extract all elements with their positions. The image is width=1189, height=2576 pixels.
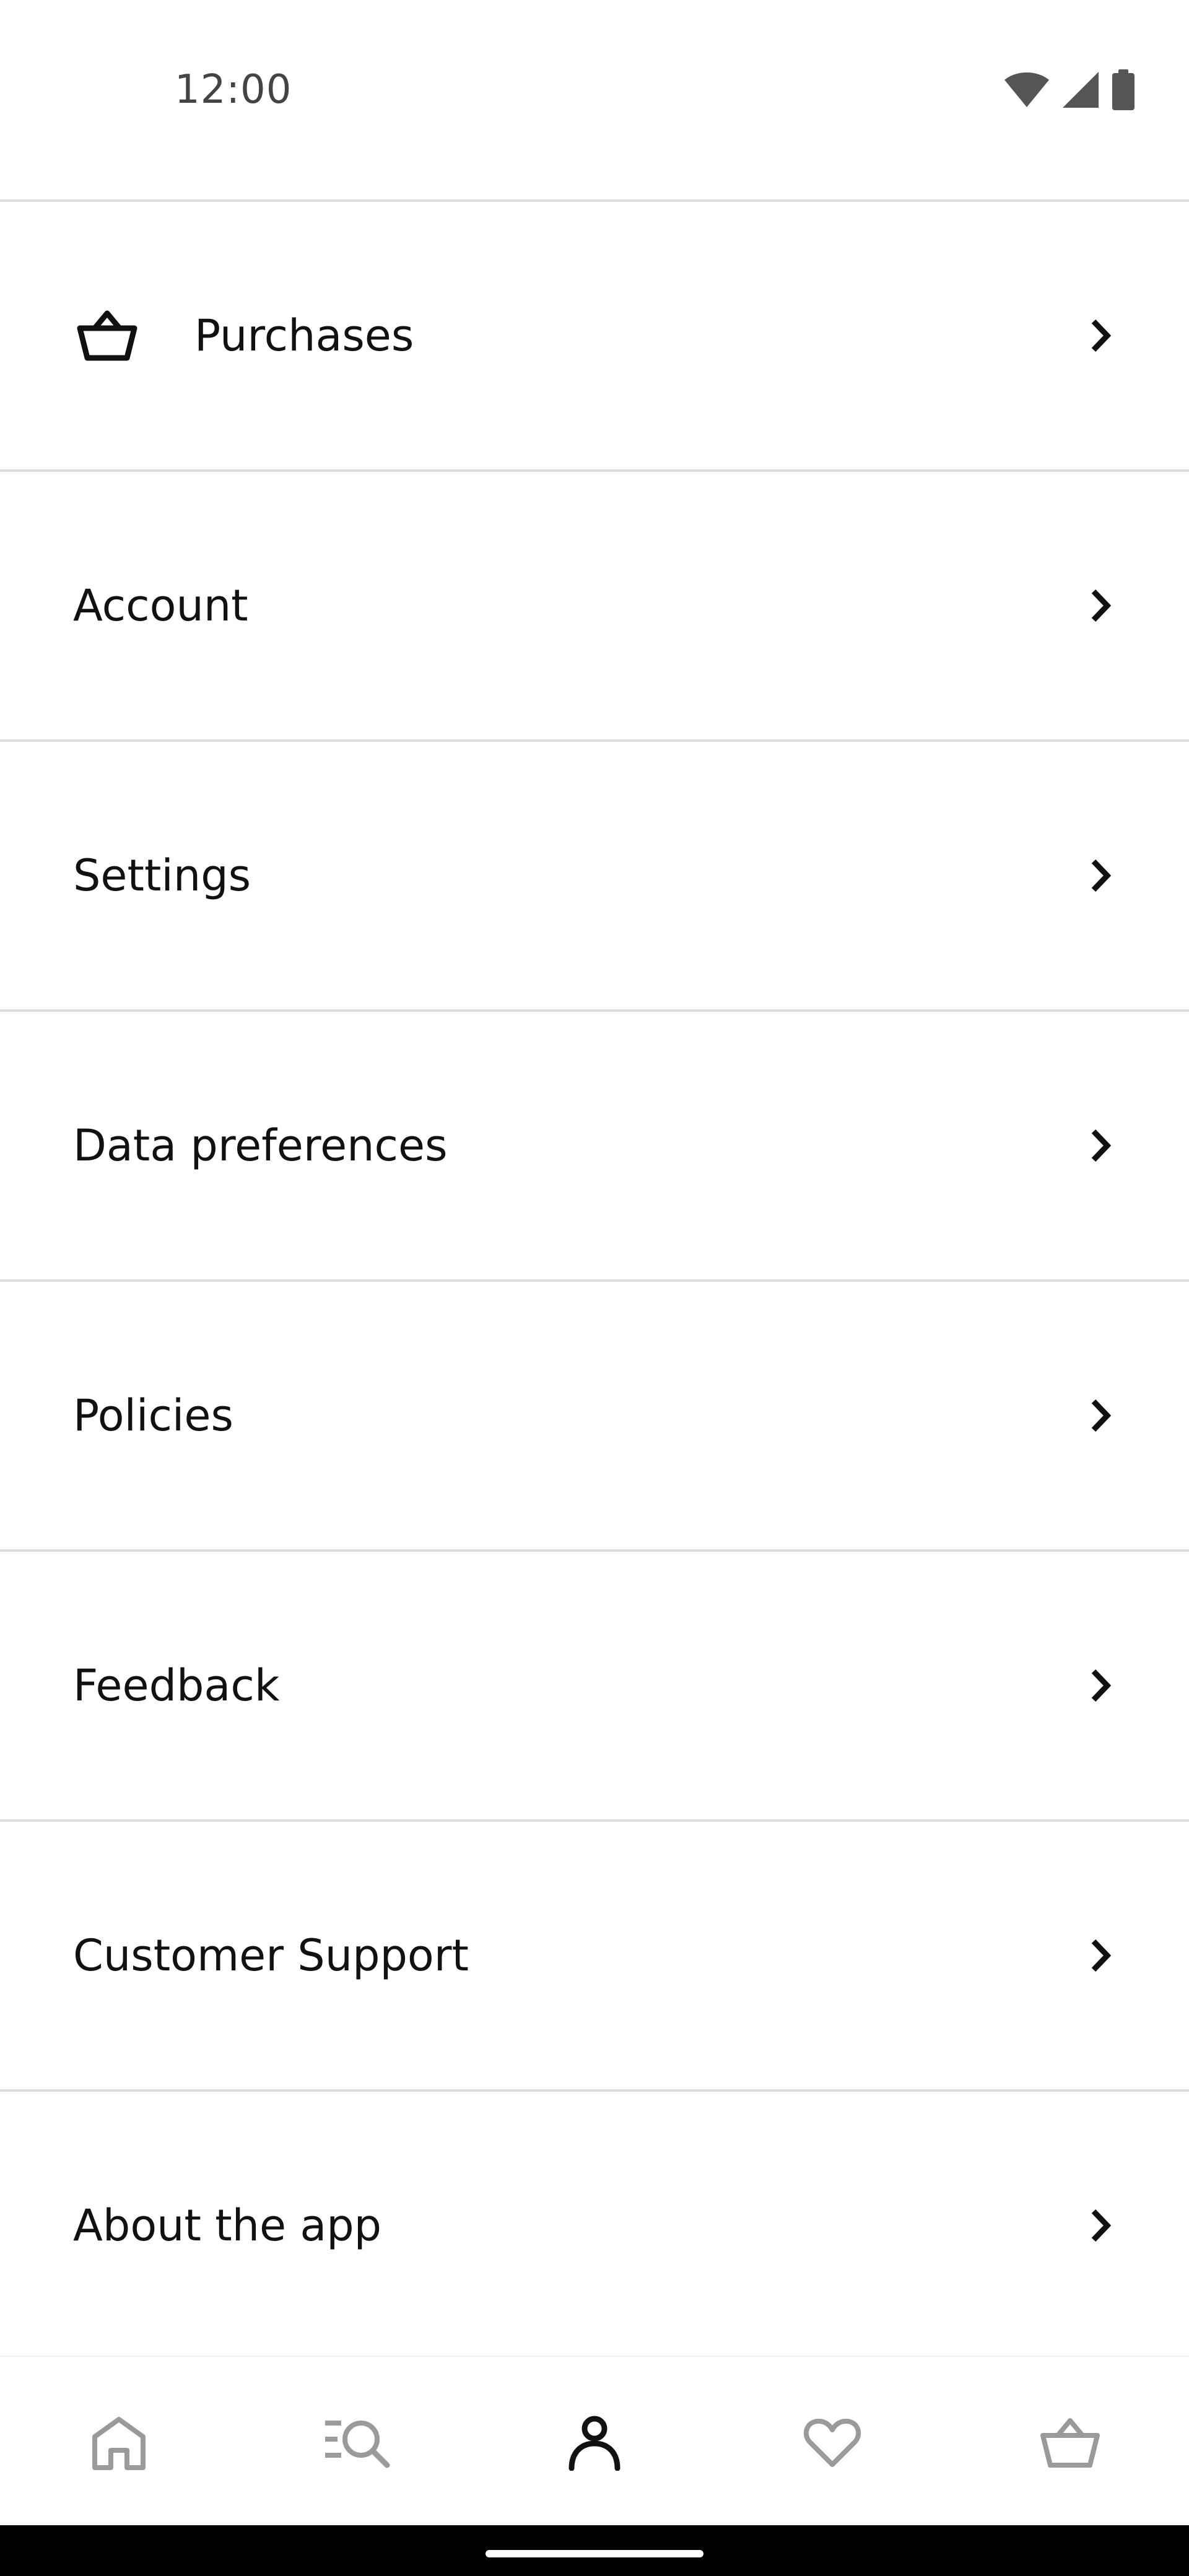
menu-item-account[interactable]: Account [0, 472, 1189, 742]
chevron-right-icon [1081, 316, 1121, 355]
gesture-handle[interactable] [486, 2550, 703, 2557]
menu-item-label: Policies [73, 1390, 233, 1441]
heart-icon [803, 2417, 861, 2471]
nav-search[interactable] [295, 2382, 419, 2506]
battery-icon [1111, 69, 1136, 113]
chevron-right-icon [1081, 856, 1121, 895]
menu-item-policies[interactable]: Policies [0, 1282, 1189, 1552]
status-icons [1003, 69, 1136, 113]
status-time: 12:00 [175, 67, 292, 113]
menu-item-purchases[interactable]: Purchases [0, 202, 1189, 472]
menu-item-feedback[interactable]: Feedback [0, 1552, 1189, 1822]
menu-item-label: Customer Support [73, 1930, 469, 1981]
nav-profile[interactable] [533, 2382, 656, 2506]
menu-item-customer-support[interactable]: Customer Support [0, 1822, 1189, 2092]
basket-icon [73, 302, 141, 370]
chevron-right-icon [1081, 1126, 1121, 1165]
profile-screen: 12:00 Purchases Account Settings Data pr… [0, 0, 1189, 2576]
menu-item-label: Account [73, 580, 248, 631]
wifi-icon [1003, 71, 1050, 111]
menu-item-data-preferences[interactable]: Data preferences [0, 1012, 1189, 1282]
home-icon [91, 2416, 147, 2473]
chevron-right-icon [1081, 1666, 1121, 1705]
menu-item-settings[interactable]: Settings [0, 742, 1189, 1012]
menu-item-label: Feedback [73, 1660, 280, 1711]
menu-item-label: Settings [73, 850, 251, 901]
menu-item-label: About the app [73, 2200, 382, 2251]
menu-item-label: Data preferences [73, 1120, 448, 1171]
chevron-right-icon [1081, 586, 1121, 625]
menu-item-label: Purchases [194, 310, 414, 361]
cart-icon [1039, 2417, 1101, 2471]
bottom-nav [0, 2356, 1189, 2525]
signal-icon [1061, 71, 1100, 111]
profile-icon [568, 2415, 621, 2473]
chevron-right-icon [1081, 1396, 1121, 1435]
nav-cart[interactable] [1008, 2382, 1132, 2506]
profile-menu-list: Purchases Account Settings Data preferen… [0, 202, 1189, 2362]
search-list-icon [323, 2417, 391, 2471]
chevron-right-icon [1081, 1936, 1121, 1975]
chevron-right-icon [1081, 2206, 1121, 2245]
system-navigation-bar [0, 2525, 1189, 2576]
menu-item-about-the-app[interactable]: About the app [0, 2092, 1189, 2362]
nav-home[interactable] [57, 2382, 181, 2506]
status-bar: 12:00 [0, 0, 1189, 202]
nav-favorites[interactable] [770, 2382, 894, 2506]
